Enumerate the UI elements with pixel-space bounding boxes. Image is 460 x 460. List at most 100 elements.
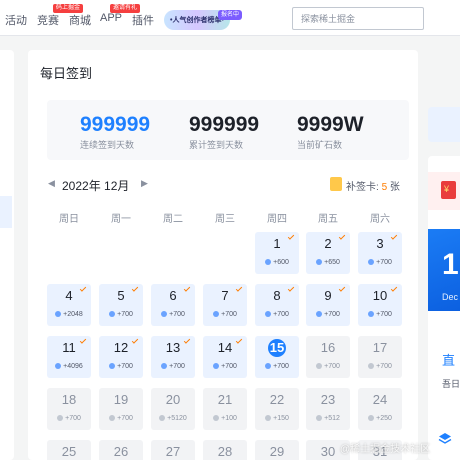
consecutive-days-value: 999999 (80, 113, 151, 136)
calendar-day[interactable]: 4 +2048 (47, 284, 91, 326)
layers-icon[interactable] (438, 432, 452, 446)
day-points: +5120 (151, 415, 195, 422)
watermark: @稀土掘金技术社区 (340, 444, 431, 455)
calendar-day[interactable]: 26 (99, 440, 143, 460)
day-number: 12 (113, 340, 129, 355)
calendar-day[interactable]: 6 +700 (151, 284, 195, 326)
day-points: +250 (358, 415, 402, 422)
calendar-day[interactable]: 17 +700 (358, 336, 402, 378)
calendar-day[interactable]: 7 +700 (203, 284, 247, 326)
day-points: +700 (47, 415, 91, 422)
right-link-text[interactable]: 直 (442, 350, 455, 369)
weekday-mon: 周一 (111, 214, 131, 225)
calendar-day[interactable]: 9 +700 (306, 284, 350, 326)
day-points: +700 (203, 363, 247, 370)
calendar-day[interactable]: 11 +4096 (47, 336, 91, 378)
calendar-day[interactable]: 21 +100 (203, 388, 247, 430)
calendar-day[interactable]: 28 (203, 440, 247, 460)
calendar-day[interactable]: 14 +700 (203, 336, 247, 378)
day-number: 10 (372, 288, 388, 303)
weekday-sun: 周日 (59, 214, 79, 225)
search-input[interactable] (293, 8, 413, 29)
supplement-card-unit: 张 (389, 182, 400, 193)
day-points: +600 (255, 259, 299, 266)
day-number: 11 (62, 340, 76, 355)
weekday-sat: 周六 (370, 214, 390, 225)
banner-month: Dec (442, 292, 459, 302)
day-number: 17 (372, 340, 388, 355)
day-number: 3 (376, 236, 384, 251)
calendar-day[interactable]: 25 (47, 440, 91, 460)
day-number: 28 (217, 444, 233, 459)
calendar-day[interactable]: 19 +700 (99, 388, 143, 430)
calendar-day-today[interactable]: 15 +700 (255, 336, 299, 378)
day-number: 27 (165, 444, 181, 459)
calendar-day[interactable]: 18 +700 (47, 388, 91, 430)
day-points: +700 (203, 311, 247, 318)
prev-month-icon[interactable]: ◀ (48, 178, 55, 189)
stats-panel: 999999 连续签到天数 999999 累计签到天数 9999W 当前矿石数 (47, 100, 409, 160)
signup-badge: 报名中 (218, 10, 243, 20)
day-points: +4096 (47, 363, 91, 370)
day-points: +700 (151, 311, 195, 318)
nav-item-activity[interactable]: 活动 (5, 12, 27, 28)
nav-item-competition[interactable]: 竞赛 (37, 12, 59, 28)
page-title: 每日签到 (40, 66, 93, 81)
nav-item-plugin[interactable]: 插件 (132, 12, 154, 28)
day-points: +700 (99, 415, 143, 422)
calendar-day[interactable]: 29 (255, 440, 299, 460)
day-points: +650 (306, 259, 350, 266)
calendar-day[interactable]: 24 +250 (358, 388, 402, 430)
supplement-card-icon (330, 177, 342, 191)
day-number: 5 (117, 288, 125, 303)
day-number: 25 (61, 444, 77, 459)
day-points: +100 (203, 415, 247, 422)
top-nav: 活动 竞赛 码上掘金 商城 APP 邀请有礼 插件 •人气创作者榜单• 报名中 (0, 0, 460, 36)
day-number: 15 (269, 340, 285, 355)
day-points: +150 (255, 415, 299, 422)
day-points: +512 (306, 415, 350, 422)
weekday-fri: 周五 (318, 214, 338, 225)
yuan-symbol: ¥ (444, 184, 450, 194)
nav-item-app[interactable]: APP (100, 12, 122, 24)
right-top-card[interactable] (428, 107, 460, 142)
day-number: 22 (269, 392, 285, 407)
supplement-card[interactable]: 补签卡: 5 张 (346, 178, 400, 193)
calendar-day[interactable]: 1 +600 (255, 232, 299, 274)
day-number: 18 (61, 392, 77, 407)
calendar-day[interactable]: 2 +650 (306, 232, 350, 274)
day-number: 4 (65, 288, 73, 303)
ore-count-value: 9999W (297, 113, 364, 136)
search-box (292, 7, 424, 30)
calendar-day[interactable]: 20 +5120 (151, 388, 195, 430)
day-points: +2048 (47, 311, 91, 318)
day-points: +700 (306, 363, 350, 370)
calendar-day[interactable]: 12 +700 (99, 336, 143, 378)
day-points: +700 (255, 363, 299, 370)
calendar-day[interactable]: 5 +700 (99, 284, 143, 326)
banner-date-number: 1 (442, 248, 459, 281)
day-number: 14 (217, 340, 233, 355)
consecutive-days-label: 连续签到天数 (80, 140, 135, 150)
weekday-wed: 周三 (215, 214, 235, 225)
calendar-day[interactable]: 16 +700 (306, 336, 350, 378)
day-number: 20 (165, 392, 181, 407)
calendar-day[interactable]: 22 +150 (255, 388, 299, 430)
month-title: 2022年 12月 (62, 179, 130, 193)
day-number: 29 (269, 444, 285, 459)
calendar-day[interactable]: 8 +700 (255, 284, 299, 326)
supplement-card-count: 5 (381, 182, 388, 193)
sidebar-item-active[interactable] (0, 196, 12, 228)
calendar-day[interactable]: 23 +512 (306, 388, 350, 430)
calendar-day[interactable]: 3 +700 (358, 232, 402, 274)
next-month-icon[interactable]: ▶ (141, 178, 148, 189)
calendar-day[interactable]: 27 (151, 440, 195, 460)
calendar-day[interactable]: 13 +700 (151, 336, 195, 378)
day-number: 26 (113, 444, 129, 459)
total-days-label: 累计签到天数 (189, 140, 244, 150)
weekday-tue: 周二 (163, 214, 183, 225)
ore-count-label: 当前矿石数 (297, 140, 343, 150)
day-points: +700 (358, 311, 402, 318)
nav-item-mall[interactable]: 商城 (69, 12, 91, 28)
calendar-day[interactable]: 10 +700 (358, 284, 402, 326)
